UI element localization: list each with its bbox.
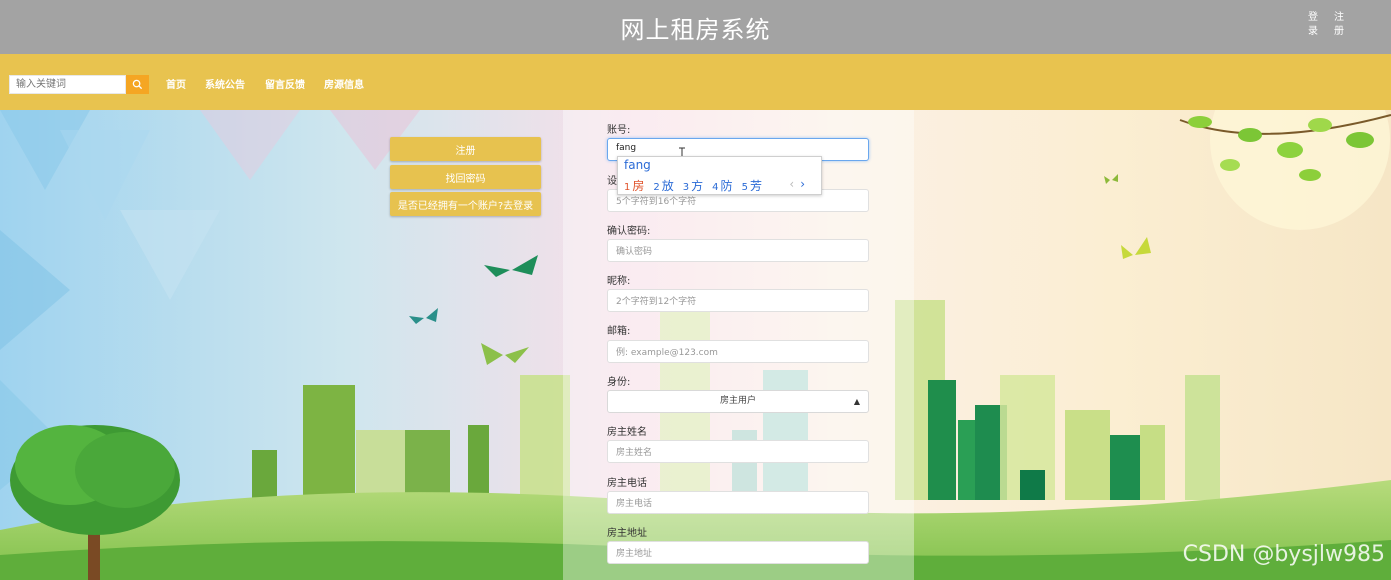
identity-label: 身份: [607,377,631,388]
account-label: 账号: [607,125,631,136]
site-title: 网上租房系统 [620,16,771,44]
confirm-password-label: 确认密码: [607,226,651,237]
ime-page-nav: ‹ › [789,177,805,191]
nav-item-listings[interactable]: 房源信息 [324,76,364,91]
select-arrows-icon: ▲ [853,397,860,406]
auth-links: 登录 注册 [1307,11,1345,39]
search-input[interactable] [9,75,126,94]
owner-address-label: 房主地址 [607,528,647,539]
forgot-password-button[interactable]: 找回密码 [390,165,541,189]
register-link[interactable]: 注册 [1333,11,1345,39]
go-login-button[interactable]: 是否已经拥有一个账户?去登录 [390,192,541,216]
ime-candidate[interactable]: 3方 [683,177,703,194]
nav-bar: 首页 系统公告 留言反馈 房源信息 [0,54,1391,110]
email-label: 邮箱: [607,326,631,337]
email-input[interactable]: 例: example@123.com [607,340,869,363]
ime-composition: fang [624,158,651,172]
nickname-label: 昵称: [607,276,631,287]
nav-item-feedback[interactable]: 留言反馈 [265,76,305,91]
owner-name-input[interactable]: 房主姓名 [607,440,869,463]
ime-candidate-list: 1房 2放 3方 4防 5芳 [624,177,762,194]
ime-candidate[interactable]: 1房 [624,177,644,194]
confirm-password-input[interactable]: 确认密码 [607,239,869,262]
chevron-right-icon[interactable]: › [800,177,805,191]
search-button[interactable] [126,75,149,94]
nav-item-announcements[interactable]: 系统公告 [205,76,245,91]
top-header: 网上租房系统 登录 注册 [0,0,1391,54]
identity-select[interactable]: 房主用户 ▲ [607,390,869,413]
ime-candidate-popup: fang 1房 2放 3方 4防 5芳 ‹ › [617,156,822,195]
search-icon [132,79,143,90]
owner-address-input[interactable]: 房主地址 [607,541,869,564]
owner-phone-input[interactable]: 房主电话 [607,491,869,514]
watermark: CSDN @bysjlw985 [1182,542,1385,567]
ime-candidate[interactable]: 5芳 [742,177,762,194]
login-link[interactable]: 登录 [1307,11,1319,39]
owner-phone-label: 房主电话 [607,478,647,489]
register-button[interactable]: 注册 [390,137,541,161]
nav-item-home[interactable]: 首页 [166,76,186,91]
chevron-left-icon[interactable]: ‹ [789,177,794,191]
identity-select-value: 房主用户 [719,396,756,406]
owner-name-label: 房主姓名 [607,427,647,438]
ime-candidate[interactable]: 4防 [712,177,732,194]
nickname-input[interactable]: 2个字符到12个字符 [607,289,869,312]
ime-candidate[interactable]: 2放 [653,177,673,194]
password-label: 设 [607,176,617,187]
